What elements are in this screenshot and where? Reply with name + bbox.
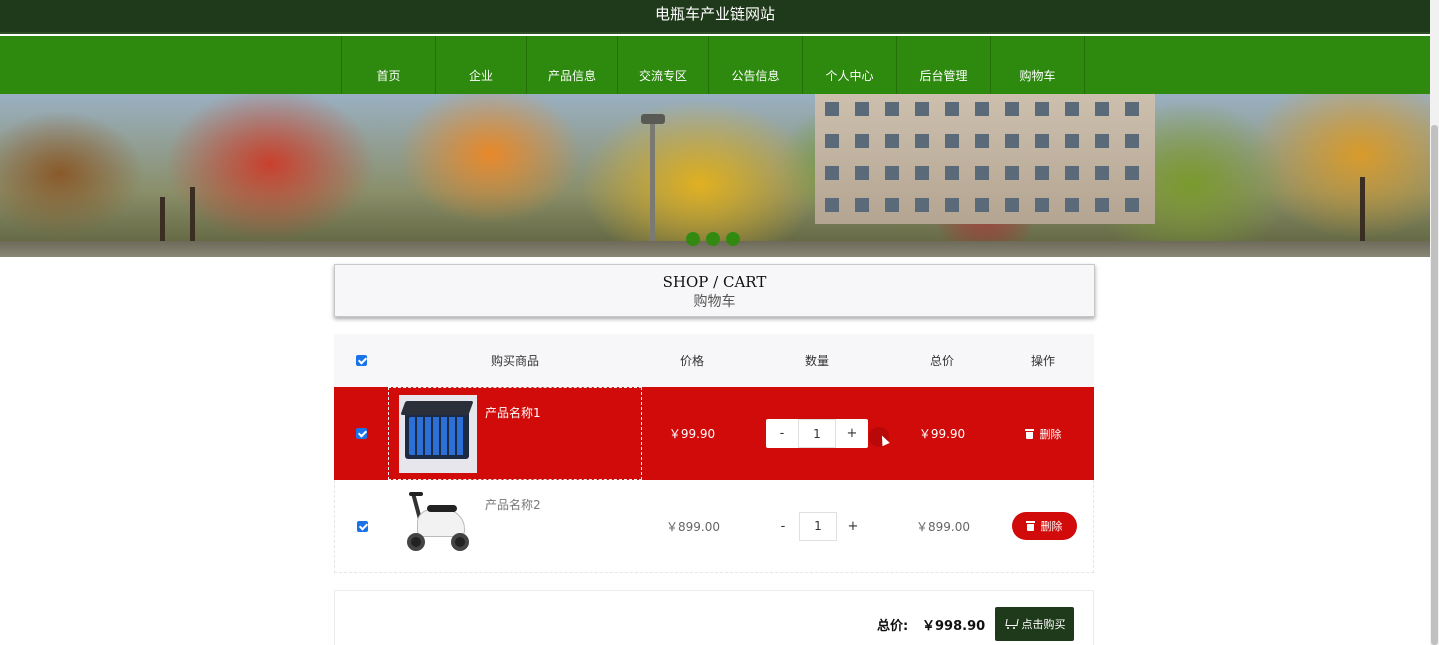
item-checkbox[interactable]	[355, 428, 367, 439]
decrement-button[interactable]: -	[767, 512, 799, 541]
nav-item-announcements[interactable]: 公告信息	[709, 36, 803, 94]
cart-section-title: SHOP / CART 购物车	[334, 264, 1095, 317]
header-quantity: 数量	[804, 354, 829, 368]
item-checkbox[interactable]	[356, 520, 368, 532]
main-nav: 首页 企业 产品信息 交流专区 公告信息 个人中心 后台管理 购物车	[0, 36, 1430, 94]
product-price: ￥899.00	[666, 519, 720, 534]
buy-label: 点击购买	[1021, 618, 1066, 631]
cart-row: 产品名称1 ￥99.90 - + ￥99.90 删除	[334, 387, 1094, 480]
carousel-dot-3[interactable]	[726, 232, 740, 246]
delete-button[interactable]: 删除	[1011, 420, 1076, 448]
nav-item-enterprise[interactable]: 企业	[436, 36, 527, 94]
product-name[interactable]: 产品名称2	[485, 496, 541, 513]
shopping-cart-icon	[1004, 619, 1017, 629]
carousel-indicators	[686, 232, 740, 246]
carousel-dot-2[interactable]	[706, 232, 720, 246]
scrollbar-thumb[interactable]	[1431, 125, 1438, 645]
electric-scooter-image[interactable]	[399, 487, 477, 565]
product-name[interactable]: 产品名称1	[485, 404, 541, 421]
cart-summary: 总价: ￥998.90 点击购买	[334, 590, 1094, 645]
site-title: 电瓶车产业链网站	[654, 5, 775, 23]
trash-icon	[1025, 521, 1035, 531]
battery-pack-image[interactable]	[399, 395, 477, 473]
total-value: ￥998.90	[922, 619, 986, 634]
total-label: 总价:	[877, 619, 909, 634]
increment-button[interactable]: +	[836, 419, 868, 448]
nav-item-products[interactable]: 产品信息	[527, 36, 618, 94]
increment-button[interactable]: +	[837, 512, 869, 541]
nav-item-forum[interactable]: 交流专区	[618, 36, 709, 94]
product-total: ￥99.90	[918, 427, 966, 441]
carousel-dot-1[interactable]	[686, 232, 700, 246]
header-action: 操作	[1030, 354, 1055, 368]
delete-label: 删除	[1040, 520, 1063, 533]
quantity-stepper: - +	[766, 419, 868, 448]
header-price: 价格	[679, 354, 704, 368]
nav-item-home[interactable]: 首页	[342, 36, 436, 94]
lamp-post	[641, 114, 665, 257]
nav-item-cart[interactable]: 购物车	[991, 36, 1085, 94]
nav-item-admin[interactable]: 后台管理	[897, 36, 991, 94]
delete-label: 删除	[1039, 427, 1062, 441]
product-price: ￥99.90	[668, 427, 716, 441]
section-title-en: SHOP / CART	[662, 273, 767, 291]
header-product: 购买商品	[490, 354, 539, 368]
trash-icon	[1024, 428, 1034, 439]
banner-carousel	[0, 94, 1430, 257]
nav-item-profile[interactable]: 个人中心	[803, 36, 897, 94]
decrement-button[interactable]: -	[766, 419, 798, 448]
top-header: 电瓶车产业链网站	[0, 0, 1430, 34]
page-scrollbar[interactable]	[1430, 0, 1439, 645]
cart-table: 购买商品 价格 数量 总价 操作 产品名称1 ￥99.90 - + ￥99.90	[334, 334, 1094, 573]
section-title-zh: 购物车	[693, 294, 736, 310]
quantity-input[interactable]	[798, 419, 836, 448]
quantity-stepper: - +	[767, 511, 869, 541]
banner-building	[815, 94, 1155, 224]
select-all-checkbox[interactable]	[355, 355, 367, 366]
delete-button[interactable]: 删除	[1011, 512, 1077, 540]
cart-row: 产品名称2 ￥899.00 - + ￥899.00 删除	[334, 480, 1094, 573]
cart-table-header: 购买商品 价格 数量 总价 操作	[334, 334, 1094, 387]
product-total: ￥899.00	[916, 519, 970, 534]
header-total: 总价	[929, 354, 954, 368]
quantity-input[interactable]	[799, 511, 837, 541]
buy-button[interactable]: 点击购买	[995, 607, 1074, 641]
nav-list: 首页 企业 产品信息 交流专区 公告信息 个人中心 后台管理 购物车	[341, 36, 1085, 94]
